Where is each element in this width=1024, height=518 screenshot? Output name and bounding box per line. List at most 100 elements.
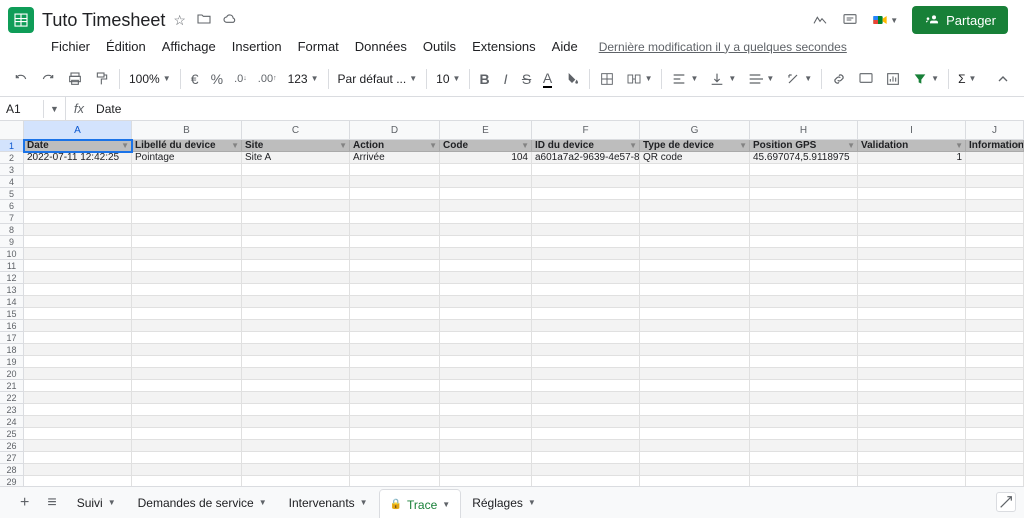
cell-A25[interactable] <box>24 428 132 440</box>
cell-C25[interactable] <box>242 428 350 440</box>
cell-E12[interactable] <box>440 272 532 284</box>
row-header-17[interactable]: 17 <box>0 332 24 344</box>
cell-A26[interactable] <box>24 440 132 452</box>
cell-E4[interactable] <box>440 176 532 188</box>
cell-F22[interactable] <box>532 392 640 404</box>
cell-D3[interactable] <box>350 164 440 176</box>
cell-I5[interactable] <box>858 188 966 200</box>
cell-C5[interactable] <box>242 188 350 200</box>
cell-G18[interactable] <box>640 344 750 356</box>
star-icon[interactable]: ☆ <box>171 10 188 31</box>
chevron-down-icon[interactable]: ▼ <box>108 498 116 507</box>
row-header-7[interactable]: 7 <box>0 212 24 224</box>
sheet-tab-demandes-de-service[interactable]: Demandes de service▼ <box>128 489 277 517</box>
cell-E5[interactable] <box>440 188 532 200</box>
cell-I7[interactable] <box>858 212 966 224</box>
cell-B8[interactable] <box>132 224 242 236</box>
filter-icon[interactable]: ▼ <box>1013 141 1021 150</box>
row-header-28[interactable]: 28 <box>0 464 24 476</box>
sheets-logo[interactable] <box>8 7 34 33</box>
sheet-tab-suivi[interactable]: Suivi▼ <box>67 489 126 517</box>
row-header-22[interactable]: 22 <box>0 392 24 404</box>
cell-G24[interactable] <box>640 416 750 428</box>
rotate-dropdown[interactable]: ▼ <box>780 68 817 90</box>
cell-F4[interactable] <box>532 176 640 188</box>
cell-F16[interactable] <box>532 320 640 332</box>
cell-A14[interactable] <box>24 296 132 308</box>
cell-B26[interactable] <box>132 440 242 452</box>
more-formats-dropdown[interactable]: 123▼ <box>283 69 324 89</box>
cell-H7[interactable] <box>750 212 858 224</box>
cell-B6[interactable] <box>132 200 242 212</box>
cell-J3[interactable] <box>966 164 1024 176</box>
cell-A19[interactable] <box>24 356 132 368</box>
menu-données[interactable]: Données <box>348 36 414 57</box>
cell-F21[interactable] <box>532 380 640 392</box>
cell-D25[interactable] <box>350 428 440 440</box>
cell-G13[interactable] <box>640 284 750 296</box>
cell-F19[interactable] <box>532 356 640 368</box>
cell-H16[interactable] <box>750 320 858 332</box>
cell-D24[interactable] <box>350 416 440 428</box>
cell-D20[interactable] <box>350 368 440 380</box>
row-header-27[interactable]: 27 <box>0 452 24 464</box>
col-header-A[interactable]: A <box>24 121 132 140</box>
cell-J13[interactable] <box>966 284 1024 296</box>
cell-H2[interactable]: 45.697074,5.9118975 <box>750 152 858 164</box>
cell-D15[interactable] <box>350 308 440 320</box>
cell-H17[interactable] <box>750 332 858 344</box>
col-header-B[interactable]: B <box>132 121 242 140</box>
wrap-dropdown[interactable]: ▼ <box>742 68 779 90</box>
cell-E11[interactable] <box>440 260 532 272</box>
cell-A17[interactable] <box>24 332 132 344</box>
cell-I28[interactable] <box>858 464 966 476</box>
cell-G2[interactable]: QR code <box>640 152 750 164</box>
cell-G7[interactable] <box>640 212 750 224</box>
cell-F5[interactable] <box>532 188 640 200</box>
cell-A13[interactable] <box>24 284 132 296</box>
cell-D27[interactable] <box>350 452 440 464</box>
cell-B27[interactable] <box>132 452 242 464</box>
cell-A2[interactable]: 2022-07-11 12:42:25 <box>24 152 132 164</box>
cell-E19[interactable] <box>440 356 532 368</box>
cell-J16[interactable] <box>966 320 1024 332</box>
cell-C4[interactable] <box>242 176 350 188</box>
cell-C3[interactable] <box>242 164 350 176</box>
cell-J22[interactable] <box>966 392 1024 404</box>
cell-C14[interactable] <box>242 296 350 308</box>
cell-I26[interactable] <box>858 440 966 452</box>
cell-G11[interactable] <box>640 260 750 272</box>
cell-J14[interactable] <box>966 296 1024 308</box>
row-header-9[interactable]: 9 <box>0 236 24 248</box>
row-header-24[interactable]: 24 <box>0 416 24 428</box>
merge-cells-dropdown[interactable]: ▼ <box>621 68 658 90</box>
cell-A12[interactable] <box>24 272 132 284</box>
cell-A5[interactable] <box>24 188 132 200</box>
row-header-20[interactable]: 20 <box>0 368 24 380</box>
row-header-14[interactable]: 14 <box>0 296 24 308</box>
cell-F25[interactable] <box>532 428 640 440</box>
cell-E15[interactable] <box>440 308 532 320</box>
cell-B10[interactable] <box>132 248 242 260</box>
filter-icon[interactable]: ▼ <box>339 141 347 150</box>
cell-G20[interactable] <box>640 368 750 380</box>
menu-affichage[interactable]: Affichage <box>155 36 223 57</box>
cell-B11[interactable] <box>132 260 242 272</box>
cell-I21[interactable] <box>858 380 966 392</box>
cell-A3[interactable] <box>24 164 132 176</box>
cell-I6[interactable] <box>858 200 966 212</box>
cell-H25[interactable] <box>750 428 858 440</box>
cell-H27[interactable] <box>750 452 858 464</box>
increase-decimal-button[interactable]: .00↑ <box>253 69 282 89</box>
cell-C11[interactable] <box>242 260 350 272</box>
cell-E26[interactable] <box>440 440 532 452</box>
cell-I4[interactable] <box>858 176 966 188</box>
cell-G12[interactable] <box>640 272 750 284</box>
cell-E7[interactable] <box>440 212 532 224</box>
cell-J4[interactable] <box>966 176 1024 188</box>
font-dropdown[interactable]: Par défaut ...▼ <box>333 69 423 89</box>
cell-I10[interactable] <box>858 248 966 260</box>
cell-C12[interactable] <box>242 272 350 284</box>
cell-D12[interactable] <box>350 272 440 284</box>
cell-J15[interactable] <box>966 308 1024 320</box>
